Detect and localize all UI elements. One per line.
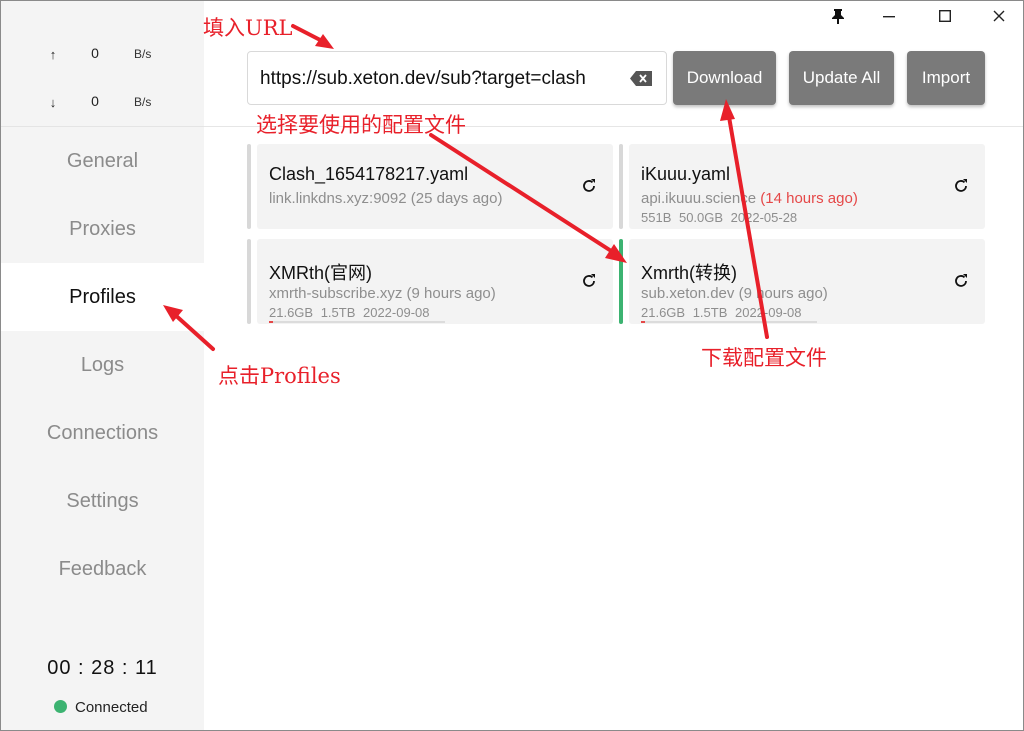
profile-age: (25 days ago) <box>410 190 503 207</box>
profile-age: (9 hours ago) <box>406 285 496 302</box>
sidebar-item-proxies[interactable]: Proxies <box>1 195 204 263</box>
refresh-icon[interactable] <box>953 273 969 289</box>
profile-name: XMRth(官网) <box>269 263 372 283</box>
profile-source: xmrth-subscribe.xyz (9 hours ago) <box>269 285 496 302</box>
subscription-url-input[interactable]: https://sub.xeton.dev/sub?target=clash <box>247 51 667 105</box>
sidebar-item-general[interactable]: General <box>1 127 204 195</box>
connection-status: Connected <box>54 699 148 716</box>
download-unit: B/s <box>134 95 152 109</box>
maximize-icon[interactable] <box>925 1 965 31</box>
annotation-select-profile: 选择要使用的配置文件 <box>256 113 466 137</box>
sidebar: ↑ 0 B/s ↓ 0 B/s General Proxies Profiles… <box>1 1 204 730</box>
profile-source: sub.xeton.dev (9 hours ago) <box>641 285 828 302</box>
refresh-icon[interactable] <box>581 273 597 289</box>
app-window: ↑ 0 B/s ↓ 0 B/s General Proxies Profiles… <box>0 0 1024 731</box>
download-arrow-icon: ↓ <box>49 95 57 110</box>
profile-usage: 551B 50.0GB 2022-05-28 <box>641 210 798 225</box>
refresh-icon[interactable] <box>581 178 597 194</box>
annotation-fill-url: 填入URL <box>203 16 293 40</box>
profile-name: Clash_1654178217.yaml <box>269 164 469 184</box>
profile-usage: 21.6GB 1.5TB 2022-09-08 <box>641 305 802 320</box>
profile-card[interactable]: iKuuu.yaml api.ikuuu.science (14 hours a… <box>619 144 985 229</box>
update-all-button[interactable]: Update All <box>789 51 894 105</box>
download-button[interactable]: Download <box>673 51 776 105</box>
status-label: Connected <box>75 699 148 716</box>
profile-indicator <box>247 144 251 229</box>
upload-unit: B/s <box>134 47 152 61</box>
uptime-timer: 00 : 28 : 11 <box>47 657 158 679</box>
profile-active-indicator <box>619 239 623 324</box>
url-input-value[interactable]: https://sub.xeton.dev/sub?target=clash <box>260 68 620 90</box>
usage-progress <box>641 321 817 323</box>
sidebar-item-logs[interactable]: Logs <box>1 331 204 399</box>
profile-card[interactable]: Clash_1654178217.yaml link.linkdns.xyz:9… <box>247 144 613 229</box>
download-value: 0 <box>91 93 99 109</box>
profile-card-active[interactable]: Xmrth(转换) sub.xeton.dev (9 hours ago) 21… <box>619 239 985 324</box>
profile-usage: 21.6GB 1.5TB 2022-09-08 <box>269 305 430 320</box>
usage-progress <box>269 321 445 323</box>
status-dot-icon <box>54 700 67 713</box>
clear-input-icon[interactable] <box>630 71 652 86</box>
upload-speed: ↑ 0 B/s <box>1 45 204 65</box>
sidebar-item-settings[interactable]: Settings <box>1 467 204 535</box>
traffic-monitor: ↑ 0 B/s ↓ 0 B/s <box>1 31 204 127</box>
pin-icon[interactable] <box>818 1 858 31</box>
profile-indicator <box>619 144 623 229</box>
upload-arrow-icon: ↑ <box>49 47 57 62</box>
upload-value: 0 <box>91 45 99 61</box>
import-button[interactable]: Import <box>907 51 985 105</box>
close-icon[interactable] <box>979 1 1019 31</box>
minimize-icon[interactable] <box>869 1 909 31</box>
sidebar-item-connections[interactable]: Connections <box>1 399 204 467</box>
sidebar-nav: General Proxies Profiles Logs Connection… <box>1 127 204 603</box>
profile-age: (14 hours ago) <box>760 190 858 207</box>
profile-indicator <box>247 239 251 324</box>
refresh-icon[interactable] <box>953 178 969 194</box>
profile-age: (9 hours ago) <box>738 285 828 302</box>
profile-source: link.linkdns.xyz:9092 (25 days ago) <box>269 190 503 207</box>
annotation-download-profile: 下载配置文件 <box>701 346 827 370</box>
sidebar-item-feedback[interactable]: Feedback <box>1 535 204 603</box>
profile-name: Xmrth(转换) <box>641 263 737 283</box>
profile-name: iKuuu.yaml <box>641 164 731 184</box>
sidebar-item-profiles[interactable]: Profiles <box>1 263 204 331</box>
annotation-click-profiles: 点击Profiles <box>218 364 341 388</box>
download-speed: ↓ 0 B/s <box>1 93 204 113</box>
profile-card[interactable]: XMRth(官网) xmrth-subscribe.xyz (9 hours a… <box>247 239 613 324</box>
profile-source: api.ikuuu.science (14 hours ago) <box>641 190 858 207</box>
